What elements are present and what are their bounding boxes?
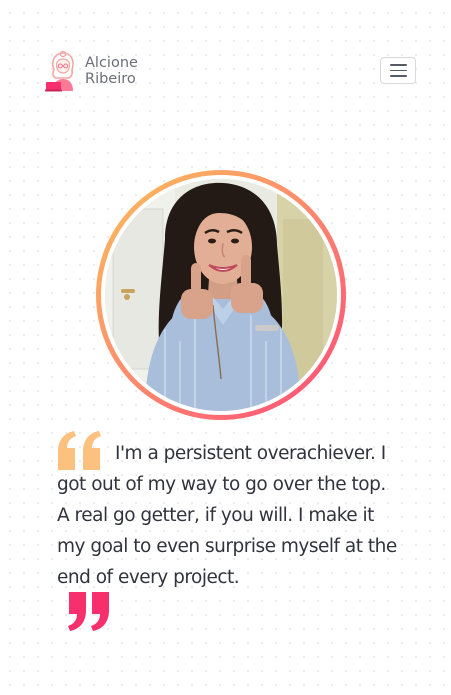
portrait-gradient-ring bbox=[96, 170, 346, 420]
portrait-white-border bbox=[101, 175, 341, 415]
close-quote-icon bbox=[68, 592, 109, 631]
brand-name-line1: Alcione bbox=[85, 55, 138, 71]
menu-toggle-button[interactable] bbox=[380, 57, 416, 84]
portrait-photo bbox=[105, 179, 337, 411]
portrait-illustration bbox=[105, 179, 337, 411]
brand-logo-link[interactable]: Alcione Ribeiro bbox=[44, 50, 138, 92]
brand-name: Alcione Ribeiro bbox=[85, 55, 138, 87]
testimonial-quote-text: I'm a persistent overachiever. I got out… bbox=[57, 443, 397, 588]
hamburger-menu-icon-bar-3 bbox=[389, 75, 407, 77]
brand-name-line2: Ribeiro bbox=[85, 71, 136, 87]
hamburger-menu-icon bbox=[389, 64, 407, 66]
hamburger-menu-icon-bar-2 bbox=[389, 69, 407, 72]
site-header: Alcione Ribeiro bbox=[0, 0, 451, 140]
girl-avatar-icon bbox=[45, 50, 74, 92]
